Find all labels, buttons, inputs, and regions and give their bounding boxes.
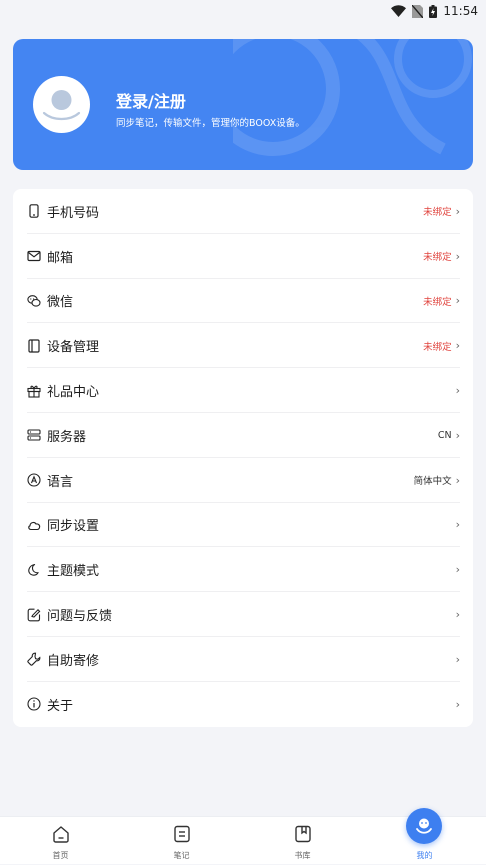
chevron-right-icon: › (455, 697, 460, 711)
menu-item-server[interactable]: 服务器 CN › (13, 413, 473, 458)
avatar[interactable] (33, 76, 90, 133)
menu-value: 未绑定 (423, 207, 452, 219)
status-time: 11:54 (443, 4, 478, 18)
wifi-icon (391, 5, 407, 17)
menu-item-phone[interactable]: 手机号码 未绑定 › (13, 189, 473, 234)
library-icon (294, 825, 311, 843)
login-subtitle: 同步笔记，传输文件，管理你的BOOX设备。 (116, 118, 305, 129)
chevron-right-icon: › (455, 563, 460, 577)
nav-label: 书库 (294, 851, 311, 860)
moon-icon (27, 563, 41, 577)
chevron-right-icon: › (455, 652, 460, 666)
chevron-right-icon: › (455, 384, 460, 398)
menu-label: 微信 (47, 295, 74, 311)
phone-icon (27, 204, 41, 219)
menu-item-feedback[interactable]: 问题与反馈 › (13, 592, 473, 637)
bottom-nav: 首页 笔记 书库 我的 (0, 808, 486, 865)
chevron-right-icon: › (455, 473, 460, 487)
menu-value: 简体中文 (413, 476, 452, 488)
wrench-icon (27, 652, 41, 667)
device-icon (27, 339, 41, 353)
server-icon (27, 428, 41, 442)
menu-item-email[interactable]: 邮箱 未绑定 › (13, 234, 473, 279)
nav-mine[interactable]: 我的 (364, 808, 485, 865)
chevron-right-icon: › (455, 204, 460, 218)
login-title[interactable]: 登录/注册 (116, 88, 186, 112)
feedback-icon (27, 608, 41, 622)
nav-notes[interactable]: 笔记 (121, 817, 242, 865)
chevron-right-icon: › (455, 294, 460, 308)
menu-label: 设备管理 (47, 340, 100, 356)
menu-label: 语言 (47, 474, 74, 490)
menu-item-sync[interactable]: 同步设置 › (13, 503, 473, 548)
nav-home[interactable]: 首页 (0, 817, 121, 865)
menu-label: 关于 (47, 698, 74, 714)
menu-item-language[interactable]: 语言 简体中文 › (13, 458, 473, 503)
gift-icon (27, 384, 41, 398)
chevron-right-icon: › (455, 428, 460, 442)
nav-label: 笔记 (173, 851, 190, 860)
chevron-right-icon: › (455, 249, 460, 263)
menu-value: CN (437, 429, 452, 441)
menu-label: 问题与反馈 (47, 609, 113, 625)
menu-label: 同步设置 (47, 519, 100, 535)
menu-item-devices[interactable]: 设备管理 未绑定 › (13, 323, 473, 369)
menu-item-repair[interactable]: 自助寄修 › (13, 637, 473, 682)
settings-menu: 手机号码 未绑定 › 邮箱 未绑定 › 微信 未绑定 › 设备管理 未绑定 › (13, 189, 473, 727)
menu-item-theme[interactable]: 主题模式 › (13, 547, 473, 593)
wechat-icon (27, 294, 41, 308)
menu-item-gift[interactable]: 礼品中心 › (13, 368, 473, 413)
menu-value: 未绑定 (423, 252, 452, 264)
info-icon (27, 697, 41, 711)
nav-library[interactable]: 书库 (242, 817, 363, 865)
avatar-placeholder-icon (42, 90, 81, 121)
notes-icon (173, 825, 190, 843)
home-icon (52, 826, 69, 843)
mail-icon (27, 249, 41, 263)
menu-label: 邮箱 (47, 250, 74, 266)
language-icon (27, 473, 41, 487)
menu-label: 主题模式 (47, 564, 100, 580)
mine-icon (416, 818, 432, 834)
chevron-right-icon: › (455, 608, 460, 622)
nav-label: 首页 (52, 851, 69, 860)
no-sim-icon (412, 4, 424, 18)
menu-value: 未绑定 (423, 341, 452, 353)
nav-label: 我的 (416, 851, 433, 860)
menu-item-wechat[interactable]: 微信 未绑定 › (13, 279, 473, 324)
menu-label: 礼品中心 (47, 385, 100, 401)
mine-fab[interactable] (406, 808, 442, 844)
decorative-waves (233, 39, 472, 156)
chevron-right-icon: › (455, 518, 460, 532)
menu-label: 手机号码 (47, 205, 100, 221)
battery-charging-icon (429, 4, 438, 18)
menu-label: 自助寄修 (47, 653, 100, 669)
menu-value: 未绑定 (423, 296, 452, 308)
menu-label: 服务器 (47, 429, 87, 445)
menu-item-about[interactable]: 关于 › (13, 682, 473, 727)
chevron-right-icon: › (455, 339, 460, 353)
status-bar: 11:54 (0, 0, 486, 22)
login-card[interactable]: 登录/注册 同步笔记，传输文件，管理你的BOOX设备。 (13, 39, 473, 170)
cloud-icon (27, 518, 41, 532)
